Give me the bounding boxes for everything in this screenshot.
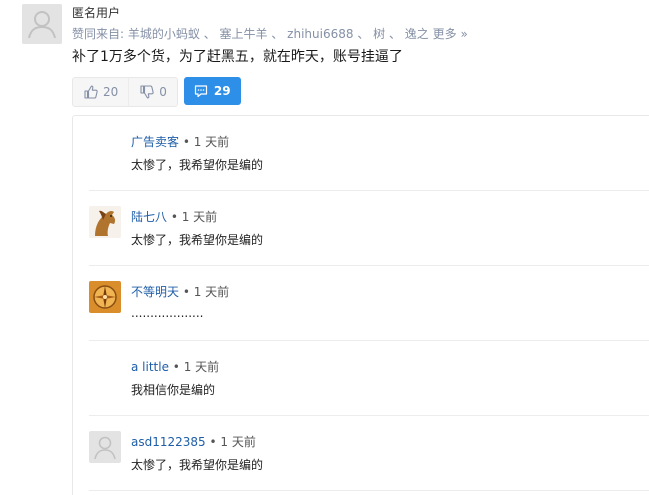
upvoter-link[interactable]: 逸之	[405, 27, 429, 41]
upvoter-link[interactable]: 塞上牛羊	[220, 27, 268, 41]
answer-author[interactable]: 匿名用户	[72, 4, 120, 21]
upvoters-line: 赞同来自: 羊城的小蚂蚁 、 塞上牛羊 、 zhihui6688 、 树 、 逸…	[72, 25, 468, 42]
vote-group: 20 0	[72, 77, 178, 107]
answer-content: 补了1万多个货，为了赶黑五，就在昨天，账号挂逼了	[72, 49, 403, 65]
upvoters-prefix: 赞同来自:	[72, 27, 128, 41]
comment-avatar[interactable]	[89, 281, 121, 313]
comment-time: • 1 天前	[170, 210, 218, 224]
comment-count: 29	[213, 84, 231, 98]
upvoter-separator: 、	[199, 27, 220, 41]
comments-panel: 广告卖客 • 1 天前 太惨了，我希望你是编的 陆七八 • 1 天前 太惨了，我…	[72, 115, 649, 495]
anonymous-user-avatar[interactable]	[22, 4, 62, 44]
comment-author-link[interactable]: a little	[131, 360, 169, 374]
comment-author-link[interactable]: 陆七八	[131, 210, 167, 224]
horse-avatar-icon	[89, 206, 121, 238]
upvote-count: 20	[103, 85, 119, 99]
comment-item: asd1122385 • 1 天前 太惨了，我希望你是编的	[89, 416, 649, 491]
upvoter-link[interactable]: zhihui6688	[287, 27, 353, 41]
upvoter-link[interactable]: 树	[373, 27, 385, 41]
comment-header: a little • 1 天前	[131, 358, 219, 375]
comment-divider	[89, 490, 649, 491]
downvote-button[interactable]: 0	[128, 78, 177, 106]
comment-time: • 1 天前	[209, 435, 256, 449]
comment-header: 不等明天 • 1 天前	[131, 283, 229, 300]
upvoter-link[interactable]: 羊城的小蚂蚁	[128, 27, 200, 41]
comment-text: 太惨了，我希望你是编的	[131, 158, 264, 172]
answer-card: 匿名用户 赞同来自: 羊城的小蚂蚁 、 塞上牛羊 、 zhihui6688 、 …	[0, 0, 649, 495]
compass-avatar-icon	[89, 281, 121, 313]
comment-item: 不等明天 • 1 天前 ...................	[89, 266, 649, 341]
upvote-button[interactable]: 20	[73, 78, 128, 106]
comment-author-link[interactable]: asd1122385	[131, 435, 206, 449]
upvoter-separator: 、	[353, 27, 374, 41]
comment-icon	[194, 85, 208, 98]
default-user-icon	[89, 431, 121, 463]
comment-header: 广告卖客 • 1 天前	[131, 133, 229, 150]
comment-text: 我相信你是编的	[131, 383, 216, 397]
comment-text: ...................	[131, 306, 204, 320]
upvoter-separator: 、	[267, 27, 288, 41]
comment-avatar[interactable]	[89, 206, 121, 238]
comment-text: 太惨了，我希望你是编的	[131, 458, 264, 472]
comment-avatar[interactable]	[89, 431, 121, 463]
comments-toggle-button[interactable]: 29	[183, 77, 241, 105]
thumbs-down-icon	[140, 85, 154, 99]
comment-item: a little • 1 天前 我相信你是编的	[89, 341, 649, 416]
upvoter-separator: 、	[385, 27, 405, 41]
comment-time: • 1 天前	[182, 285, 230, 299]
thumbs-up-icon	[84, 85, 98, 99]
comment-time: • 1 天前	[182, 135, 230, 149]
comment-header: asd1122385 • 1 天前	[131, 433, 256, 450]
comment-author-link[interactable]: 广告卖客	[131, 135, 179, 149]
comment-item: 广告卖客 • 1 天前 太惨了，我希望你是编的	[89, 116, 649, 191]
comment-time: • 1 天前	[172, 360, 220, 374]
comment-author-link[interactable]: 不等明天	[131, 285, 179, 299]
comment-header: 陆七八 • 1 天前	[131, 208, 217, 225]
comment-item: 陆七八 • 1 天前 太惨了，我希望你是编的	[89, 191, 649, 266]
default-user-icon	[22, 4, 62, 44]
comment-text: 太惨了，我希望你是编的	[131, 233, 264, 247]
answer-actions: 20 0 29	[72, 77, 241, 107]
downvote-count: 0	[159, 85, 167, 99]
more-upvoters-link[interactable]: 更多 »	[433, 27, 468, 41]
